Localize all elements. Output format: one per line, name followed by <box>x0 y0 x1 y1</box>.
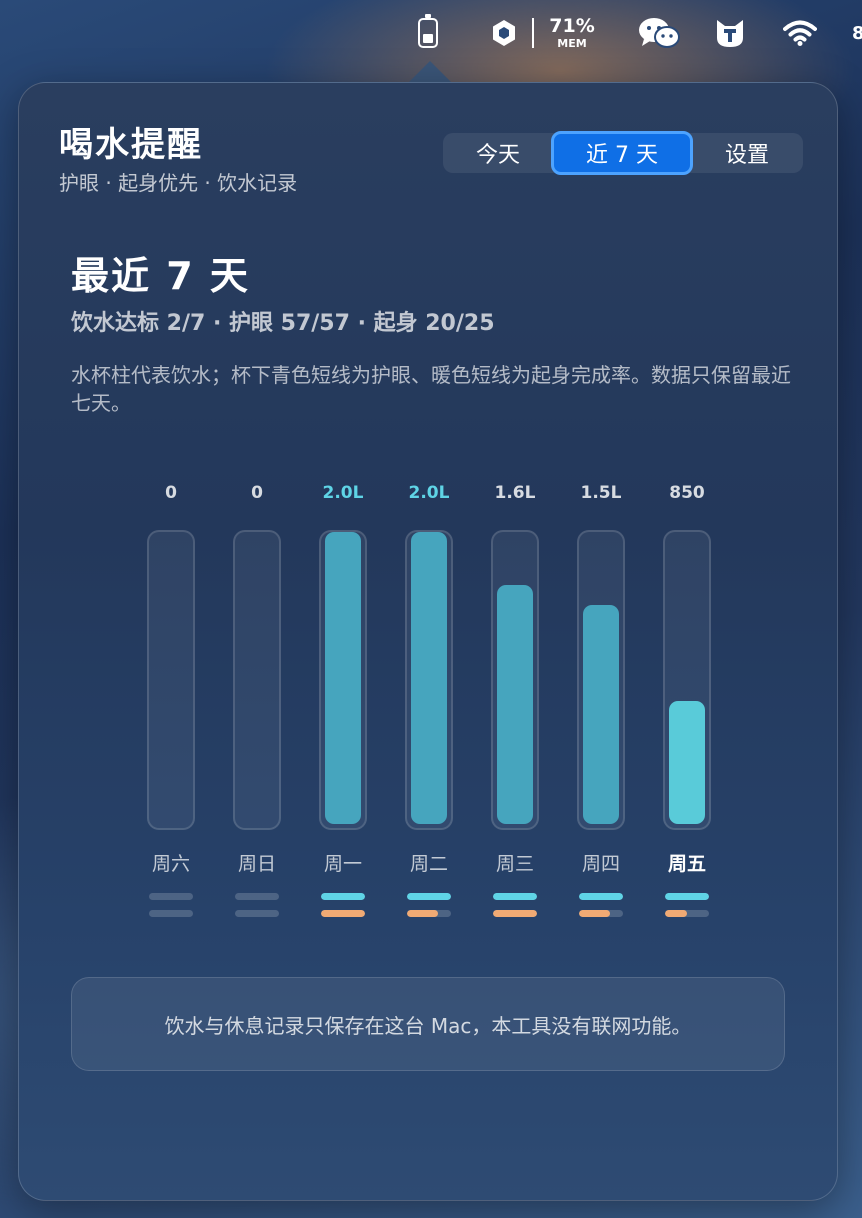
cup-icon <box>418 14 438 48</box>
wechat-icon <box>639 18 680 48</box>
section-heading: 最近 7 天 <box>71 254 250 298</box>
standup-bar <box>407 910 451 917</box>
water-amount-label: 2.0L <box>322 483 364 503</box>
day-label: 周四 <box>581 853 620 875</box>
day-label: 周三 <box>495 853 534 875</box>
standup-bar-fill <box>665 910 687 917</box>
tab-last-7-days[interactable]: 近 7 天 <box>551 131 693 175</box>
eye-care-bar-fill <box>665 893 709 900</box>
summary-stats: 饮水达标 2/7 · 护眼 57/57 · 起身 20/25 <box>71 311 495 336</box>
water-cup-bar <box>147 530 195 830</box>
memory-percent: 71% <box>549 15 595 37</box>
eye-care-bar <box>149 893 193 900</box>
water-cup-bar <box>233 530 281 830</box>
water-fill <box>669 701 705 824</box>
water-amount-label: 0 <box>251 483 263 503</box>
eye-care-bar <box>235 893 279 900</box>
standup-bar <box>321 910 365 917</box>
wechat-menu-icon[interactable] <box>636 0 682 66</box>
day-label: 周日 <box>237 853 276 875</box>
standup-bar-fill <box>321 910 365 917</box>
water-amount-label: 850 <box>669 483 705 503</box>
water-amount-label: 1.6L <box>494 483 536 503</box>
water-fill <box>411 532 447 824</box>
cat-icon <box>717 20 743 47</box>
water-cup-bar <box>491 530 539 830</box>
segmented-tabs: 今天 设置 近 7 天 <box>443 131 803 175</box>
app-title: 喝水提醒 <box>59 125 203 165</box>
water-cup-bar <box>405 530 453 830</box>
wifi-icon <box>783 20 817 46</box>
hexagon-app-icon[interactable] <box>488 0 520 66</box>
water-fill <box>325 532 361 824</box>
water-cup-bar <box>319 530 367 830</box>
water-reminder-menu-icon[interactable] <box>414 0 442 66</box>
menubar-separator <box>532 18 534 48</box>
wifi-menu-icon[interactable] <box>782 0 818 66</box>
tab-settings[interactable]: 设置 <box>691 133 803 173</box>
water-fill <box>497 585 533 824</box>
chart-description: 水杯柱代表饮水；杯下青色短线为护眼、暖色短线为起身完成率。数据只保留最近七天。 <box>71 363 791 415</box>
eye-care-bar <box>579 893 623 900</box>
water-cup-bar <box>577 530 625 830</box>
tab-today[interactable]: 今天 <box>443 133 553 173</box>
eye-care-bar <box>493 893 537 900</box>
privacy-note: 饮水与休息记录只保存在这台 Mac，本工具没有联网功能。 <box>71 977 785 1071</box>
water-amount-label: 2.0L <box>408 483 450 503</box>
day-label: 周六 <box>151 853 190 875</box>
standup-bar <box>493 910 537 917</box>
cat-app-menu-icon[interactable] <box>712 0 748 66</box>
standup-bar <box>665 910 709 917</box>
popover-arrow <box>408 61 452 83</box>
water-cup-bar <box>663 530 711 830</box>
eye-care-bar-fill <box>407 893 451 900</box>
standup-bar <box>149 910 193 917</box>
weekly-water-chart: 0 周六 0 周日 2.0L 周一 2.0L 周二 1.6L 周三 1.5L 周四 850 周五 <box>19 483 839 933</box>
day-label: 周二 <box>409 853 448 875</box>
water-amount-label: 1.5L <box>580 483 622 503</box>
clock-partial: 8 <box>852 22 862 44</box>
eye-care-bar <box>665 893 709 900</box>
standup-bar <box>235 910 279 917</box>
hexagon-icon <box>493 20 515 46</box>
memory-label: MEM <box>557 37 587 50</box>
water-amount-label: 0 <box>165 483 177 503</box>
standup-bar <box>579 910 623 917</box>
day-label: 周五 <box>667 853 706 875</box>
menu-bar: 71% MEM 8 <box>0 0 862 66</box>
eye-care-bar <box>321 893 365 900</box>
app-subtitle: 护眼 · 起身优先 · 饮水记录 <box>59 171 298 195</box>
reminder-popover: 喝水提醒 护眼 · 起身优先 · 饮水记录 今天 设置 近 7 天 最近 7 天… <box>18 82 838 1201</box>
standup-bar-fill <box>407 910 438 917</box>
eye-care-bar-fill <box>493 893 537 900</box>
memory-status[interactable]: 71% MEM <box>544 0 600 66</box>
eye-care-bar <box>407 893 451 900</box>
water-fill <box>583 605 619 824</box>
eye-care-bar-fill <box>321 893 365 900</box>
day-label: 周一 <box>323 853 362 875</box>
standup-bar-fill <box>579 910 610 917</box>
standup-bar-fill <box>493 910 537 917</box>
eye-care-bar-fill <box>579 893 623 900</box>
